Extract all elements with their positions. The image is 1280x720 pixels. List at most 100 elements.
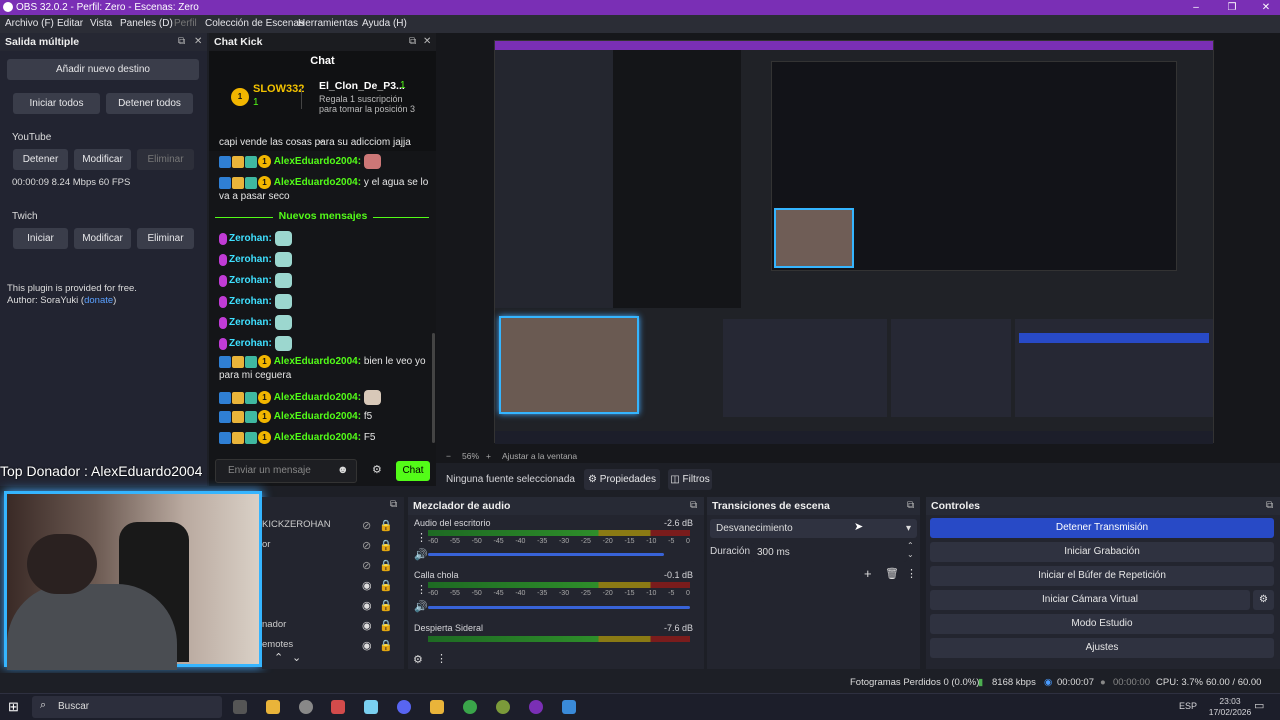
lock-icon[interactable]: 🔒: [379, 619, 393, 632]
source-item[interactable]: nador: [262, 619, 286, 630]
youtube-stop-button[interactable]: Detener: [13, 149, 68, 170]
app-icon[interactable]: [496, 700, 510, 714]
close-icon[interactable]: ✕: [423, 33, 431, 51]
float-icon[interactable]: ⧉: [390, 499, 397, 510]
trash-icon[interactable]: 🗑: [885, 567, 899, 580]
chat-username[interactable]: Zerohan:: [229, 296, 272, 307]
duration-input[interactable]: 300 ms: [751, 543, 907, 562]
clock-date[interactable]: 17/02/2026: [1200, 707, 1260, 717]
lock-icon[interactable]: 🔒: [379, 559, 393, 572]
volume-slider[interactable]: [428, 553, 664, 556]
chat-username[interactable]: Zerohan:: [229, 275, 272, 286]
clock-time[interactable]: 23:03: [1210, 696, 1250, 706]
properties-button[interactable]: ⚙ Propiedades: [584, 469, 660, 490]
maximize-icon[interactable]: ❐: [1220, 0, 1244, 15]
float-icon[interactable]: ⧉: [178, 33, 185, 51]
zoom-in-icon[interactable]: +: [486, 451, 491, 461]
app-icon[interactable]: [430, 700, 444, 714]
chat-username[interactable]: AlexEduardo2004:: [274, 156, 361, 167]
chat-username[interactable]: Zerohan:: [229, 317, 272, 328]
source-item[interactable]: emotes: [262, 639, 293, 650]
visibility-off-icon[interactable]: ⊘: [362, 539, 371, 552]
float-icon[interactable]: ⧉: [907, 497, 914, 515]
move-up-icon[interactable]: ⌃: [274, 651, 283, 664]
float-icon[interactable]: ⧉: [690, 497, 697, 515]
fit-window[interactable]: Ajustar a la ventana: [502, 451, 577, 461]
menu-perfil[interactable]: Perfil: [174, 15, 197, 33]
lock-icon[interactable]: 🔒: [379, 599, 393, 612]
gear-icon[interactable]: ⚙: [413, 653, 423, 666]
obs-app-icon[interactable]: [529, 700, 543, 714]
chat-send-button[interactable]: Chat: [396, 461, 430, 481]
source-item[interactable]: KICKZEROHAN: [262, 519, 331, 530]
twitch-start-button[interactable]: Iniciar: [13, 228, 68, 249]
language-indicator[interactable]: ESP: [1179, 701, 1197, 711]
speaker-icon[interactable]: 🔊: [414, 600, 428, 613]
chat-username[interactable]: Zerohan:: [229, 254, 272, 265]
notification-icon[interactable]: ▭: [1254, 699, 1264, 712]
source-item[interactable]: or: [262, 539, 270, 550]
twitch-modify-button[interactable]: Modificar: [74, 228, 131, 249]
discord-icon[interactable]: [397, 700, 411, 714]
chat-message-input[interactable]: Enviar un mensaje: [215, 459, 357, 483]
menu-editar[interactable]: Editar: [57, 15, 83, 33]
visibility-off-icon[interactable]: ⊘: [362, 559, 371, 572]
youtube-delete-button[interactable]: Eliminar: [137, 149, 194, 170]
settings-button[interactable]: Ajustes: [930, 638, 1274, 658]
zoom-out-icon[interactable]: −: [446, 451, 451, 461]
chat-username[interactable]: AlexEduardo2004:: [274, 392, 361, 403]
eye-icon[interactable]: ◉: [362, 579, 372, 592]
menu-coleccion[interactable]: Colección de Escenas: [205, 15, 304, 33]
lock-icon[interactable]: 🔒: [379, 519, 393, 532]
start-virtual-camera-button[interactable]: Iniciar Cámara Virtual: [930, 590, 1250, 610]
app-icon[interactable]: [562, 700, 576, 714]
kebab-menu-icon[interactable]: ⋮: [416, 583, 427, 596]
menu-archivo[interactable]: Archivo (F): [5, 15, 54, 33]
lock-icon[interactable]: 🔒: [379, 639, 393, 652]
twitch-delete-button[interactable]: Eliminar: [137, 228, 194, 249]
menu-paneles[interactable]: Paneles (D): [120, 15, 173, 33]
emoji-icon[interactable]: ☻: [337, 464, 349, 476]
start-recording-button[interactable]: Iniciar Grabación: [930, 542, 1274, 562]
donate-link[interactable]: donate: [84, 295, 113, 306]
file-explorer-icon[interactable]: [266, 700, 280, 714]
chrome-icon[interactable]: [463, 700, 477, 714]
kebab-menu-icon[interactable]: ⋮: [906, 567, 917, 580]
transition-select[interactable]: Desvanecimiento ▾: [710, 519, 917, 538]
gear-icon[interactable]: ⚙: [372, 463, 382, 476]
stepper-up-icon[interactable]: ⌃: [907, 541, 914, 550]
lock-icon[interactable]: 🔒: [379, 539, 393, 552]
menu-vista[interactable]: Vista: [90, 15, 112, 33]
chat-username[interactable]: AlexEduardo2004:: [274, 177, 361, 188]
eye-icon[interactable]: ◉: [362, 599, 372, 612]
stop-all-button[interactable]: Detener todos: [106, 93, 193, 114]
close-icon[interactable]: ✕: [1254, 0, 1278, 15]
chat-username[interactable]: AlexEduardo2004:: [274, 411, 361, 422]
kebab-menu-icon[interactable]: ⋮: [436, 652, 447, 665]
settings-app-icon[interactable]: [299, 700, 313, 714]
menu-herramientas[interactable]: Herramientas: [298, 15, 358, 33]
lock-icon[interactable]: 🔒: [379, 579, 393, 592]
media-app-icon[interactable]: [331, 700, 345, 714]
filters-button[interactable]: ◫ Filtros: [668, 469, 712, 490]
chat-username[interactable]: Zerohan:: [229, 233, 272, 244]
visibility-off-icon[interactable]: ⊘: [362, 519, 371, 532]
notepad-icon[interactable]: [364, 700, 378, 714]
add-icon[interactable]: +: [864, 566, 872, 581]
windows-start-icon[interactable]: ⊞: [8, 699, 19, 715]
stop-stream-button[interactable]: Detener Transmisión: [930, 518, 1274, 538]
move-down-icon[interactable]: ⌄: [292, 651, 301, 664]
volume-slider[interactable]: [428, 606, 690, 609]
kebab-menu-icon[interactable]: ⋮: [416, 531, 427, 544]
task-view-icon[interactable]: [233, 700, 247, 714]
chat-username[interactable]: AlexEduardo2004:: [274, 356, 361, 367]
float-icon[interactable]: ⧉: [1266, 497, 1273, 515]
chat-username[interactable]: Zerohan:: [229, 338, 272, 349]
start-all-button[interactable]: Iniciar todos: [13, 93, 100, 114]
add-destination-button[interactable]: Añadir nuevo destino: [7, 59, 199, 80]
youtube-modify-button[interactable]: Modificar: [74, 149, 131, 170]
speaker-icon[interactable]: 🔊: [414, 548, 428, 561]
stepper-down-icon[interactable]: ⌄: [907, 550, 914, 559]
eye-icon[interactable]: ◉: [362, 639, 372, 652]
float-icon[interactable]: ⧉: [409, 33, 416, 51]
